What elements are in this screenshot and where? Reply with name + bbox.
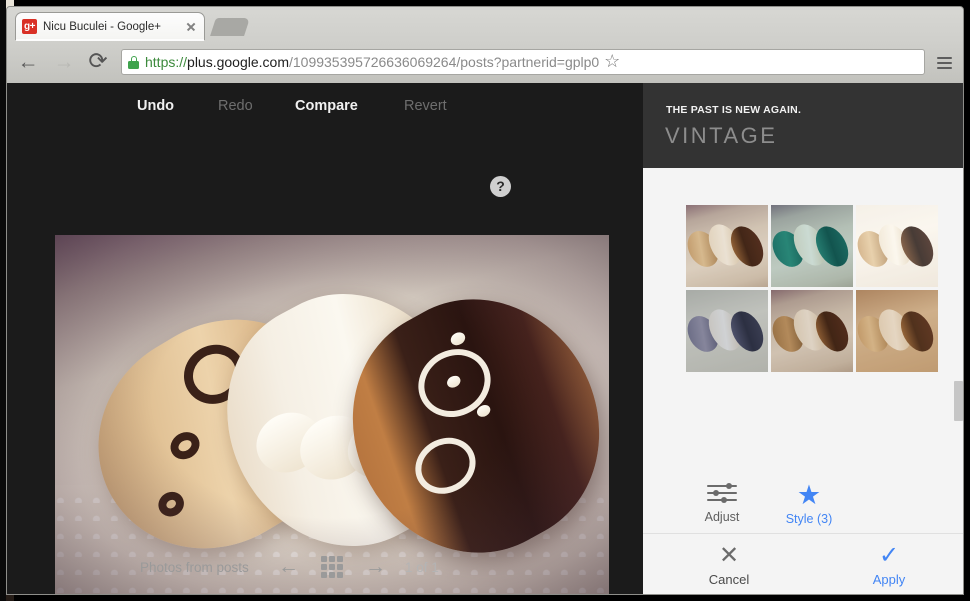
back-arrow-icon (18, 54, 35, 71)
panel-action-bar: ✕ Cancel ✓ Apply (643, 533, 963, 594)
photo-counter: 1 of 1 (405, 559, 439, 575)
preset-thumbnail[interactable] (686, 290, 768, 372)
browser-window: g+ Nicu Buculei - Google+ https://plus.g… (6, 6, 964, 595)
tab-style-label: Style (3) (785, 512, 833, 526)
tab-adjust-label: Adjust (704, 510, 740, 524)
browser-tab[interactable]: g+ Nicu Buculei - Google+ (15, 12, 205, 41)
photo-source-label: Photos from posts (140, 559, 249, 575)
url-text: https://plus.google.com/1099353957266360… (145, 54, 599, 70)
back-button[interactable] (9, 45, 43, 79)
undo-button[interactable]: Undo (137, 98, 174, 114)
address-bar[interactable]: https://plus.google.com/1099353957266360… (121, 49, 925, 75)
previous-photo-icon[interactable]: ← (278, 555, 299, 579)
tab-strip: g+ Nicu Buculei - Google+ (7, 7, 963, 41)
preset-thumbnail[interactable] (686, 205, 768, 287)
effects-panel: THE PAST IS NEW AGAIN. VINTAGE Adjust ★ … (643, 83, 963, 594)
preset-thumbnail[interactable] (856, 205, 938, 287)
panel-header: THE PAST IS NEW AGAIN. VINTAGE (643, 83, 963, 168)
checkmark-icon: ✓ (878, 542, 900, 569)
tab-adjust[interactable]: Adjust (678, 483, 766, 524)
grid-view-icon[interactable] (321, 556, 343, 578)
next-photo-icon[interactable]: → (365, 555, 386, 579)
apply-button[interactable]: ✓ Apply (834, 542, 944, 588)
panel-tagline: THE PAST IS NEW AGAIN. (666, 104, 802, 116)
tab-title: Nicu Buculei - Google+ (43, 20, 161, 33)
redo-button[interactable]: Redo (218, 98, 253, 114)
panel-title: VINTAGE (665, 123, 778, 148)
tab-style[interactable]: ★ Style (3) (765, 480, 853, 553)
reload-button[interactable] (81, 45, 115, 79)
screen: g+ Nicu Buculei - Google+ https://plus.g… (0, 0, 970, 601)
forward-button[interactable] (45, 45, 79, 79)
help-icon[interactable]: ? (490, 176, 511, 197)
panel-scrollbar-thumb[interactable] (954, 381, 963, 421)
apply-label: Apply (872, 572, 906, 587)
photo-editor: Undo Redo Compare Revert ? Photos from p… (7, 83, 643, 594)
sliders-icon (707, 483, 737, 505)
navigation-bar: https://plus.google.com/1099353957266360… (7, 41, 963, 83)
https-lock-icon (128, 55, 139, 69)
preset-thumbnail[interactable] (771, 205, 853, 287)
forward-arrow-icon (54, 54, 71, 71)
revert-button[interactable]: Revert (404, 98, 447, 114)
close-icon[interactable] (184, 20, 198, 34)
hamburger-menu-icon[interactable] (929, 45, 959, 79)
preset-thumbnail[interactable] (771, 290, 853, 372)
preset-thumbnail-grid (686, 205, 938, 372)
preset-thumbnail[interactable] (856, 290, 938, 372)
compare-button[interactable]: Compare (295, 98, 358, 114)
url-scheme: https:// (145, 54, 188, 70)
editor-toolbar: Undo Redo Compare Revert (7, 83, 643, 128)
close-x-icon: ✕ (718, 542, 740, 569)
url-host: plus.google.com (187, 54, 289, 70)
bookmark-star-icon[interactable] (599, 49, 625, 75)
cancel-label: Cancel (708, 572, 750, 587)
cancel-button[interactable]: ✕ Cancel (674, 542, 784, 588)
google-plus-favicon: g+ (22, 19, 37, 34)
url-path: /109935395726636069264/posts?partnerid=g… (288, 54, 600, 70)
page-viewport: Undo Redo Compare Revert ? Photos from p… (7, 83, 963, 594)
new-tab-button[interactable] (210, 18, 250, 36)
star-icon: ★ (796, 480, 822, 510)
photo-navigation-bar: Photos from posts ← → 1 of 1 (7, 538, 643, 594)
